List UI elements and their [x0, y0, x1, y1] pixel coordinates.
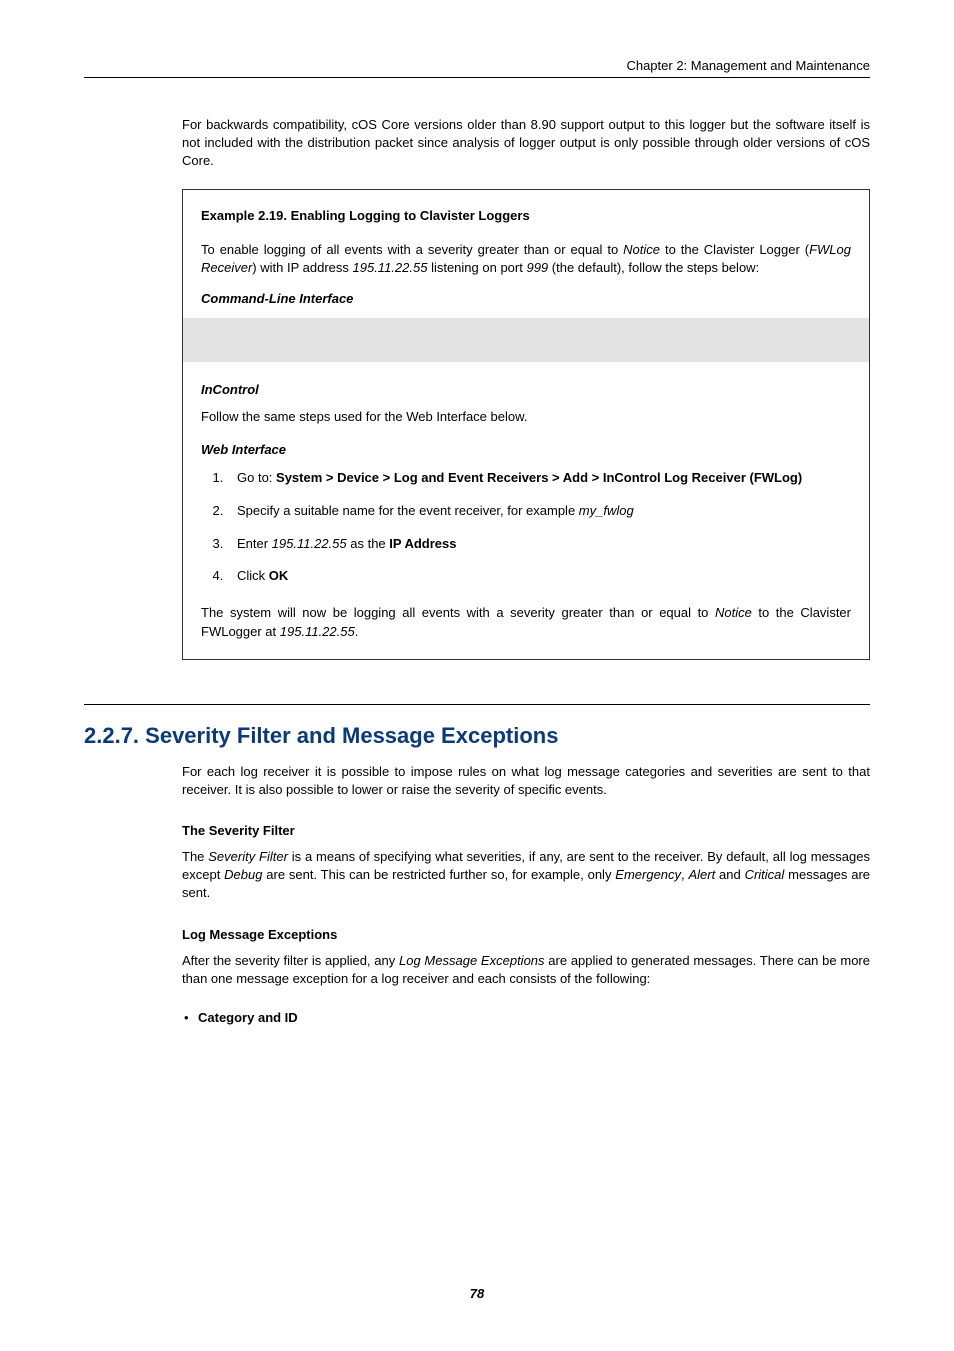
text: . — [355, 624, 359, 639]
text: Go to: — [237, 470, 276, 485]
text: are sent. This can be restricted further… — [262, 867, 615, 882]
step-3: Enter 195.11.22.55 as the IP Address — [227, 535, 851, 554]
steps-list: Go to: System > Device > Log and Event R… — [201, 469, 851, 586]
severity-filter-term: Severity Filter — [208, 849, 288, 864]
cli-heading: Command-Line Interface — [201, 291, 851, 306]
text: The system will now be logging all event… — [201, 605, 715, 620]
ok-label: OK — [269, 568, 289, 583]
list-item: Category and ID — [198, 1010, 870, 1025]
example-box: Example 2.19. Enabling Logging to Clavis… — [182, 189, 870, 660]
web-interface-heading: Web Interface — [201, 442, 851, 457]
field-label: IP Address — [389, 536, 456, 551]
step-4: Click OK — [227, 567, 851, 586]
step-2: Specify a suitable name for the event re… — [227, 502, 851, 521]
debug-term: Debug — [224, 867, 262, 882]
step-1: Go to: System > Device > Log and Event R… — [227, 469, 851, 488]
text: After the severity filter is applied, an… — [182, 953, 399, 968]
severity-filter-heading: The Severity Filter — [182, 823, 870, 838]
text: Click — [237, 568, 269, 583]
port-text: 999 — [526, 260, 548, 275]
text: to the Clavister Logger ( — [660, 242, 809, 257]
text: Specify a suitable name for the event re… — [237, 503, 579, 518]
section-heading: 2.2.7. Severity Filter and Message Excep… — [84, 723, 870, 749]
section-divider — [84, 704, 870, 705]
exceptions-list: Category and ID — [182, 1010, 870, 1025]
example-name: my_fwlog — [579, 503, 634, 518]
text: The — [182, 849, 208, 864]
intro-paragraph: For backwards compatibility, cOS Core ve… — [182, 116, 870, 171]
category-id-label: Category and ID — [198, 1010, 298, 1025]
log-message-exceptions-heading: Log Message Exceptions — [182, 927, 870, 942]
nav-path: System > Device > Log and Event Receiver… — [276, 470, 802, 485]
section-intro: For each log receiver it is possible to … — [182, 763, 870, 799]
log-message-exceptions-term: Log Message Exceptions — [399, 953, 545, 968]
example-closing: The system will now be logging all event… — [201, 604, 851, 640]
text: as the — [347, 536, 390, 551]
log-message-exceptions-paragraph: After the severity filter is applied, an… — [182, 952, 870, 988]
alert-term: Alert — [688, 867, 715, 882]
text: (the default), follow the steps below: — [548, 260, 759, 275]
ip-text: 195.11.22.55 — [353, 260, 428, 275]
text: To enable logging of all events with a s… — [201, 242, 623, 257]
ip-text: 195.11.22.55 — [280, 624, 355, 639]
text: ) with IP address — [252, 260, 352, 275]
incontrol-heading: InControl — [201, 382, 851, 397]
ip-value: 195.11.22.55 — [272, 536, 347, 551]
page-number: 78 — [84, 1286, 870, 1301]
severity-filter-paragraph: The Severity Filter is a means of specif… — [182, 848, 870, 903]
text: listening on port — [427, 260, 526, 275]
chapter-header: Chapter 2: Management and Maintenance — [84, 58, 870, 78]
critical-term: Critical — [745, 867, 785, 882]
text: Enter — [237, 536, 272, 551]
notice-text: Notice — [623, 242, 660, 257]
text: and — [715, 867, 744, 882]
code-block — [183, 318, 869, 362]
example-description: To enable logging of all events with a s… — [201, 241, 851, 277]
incontrol-text: Follow the same steps used for the Web I… — [201, 409, 851, 424]
example-title: Example 2.19. Enabling Logging to Clavis… — [201, 208, 851, 223]
emergency-term: Emergency — [615, 867, 681, 882]
notice-text: Notice — [715, 605, 752, 620]
